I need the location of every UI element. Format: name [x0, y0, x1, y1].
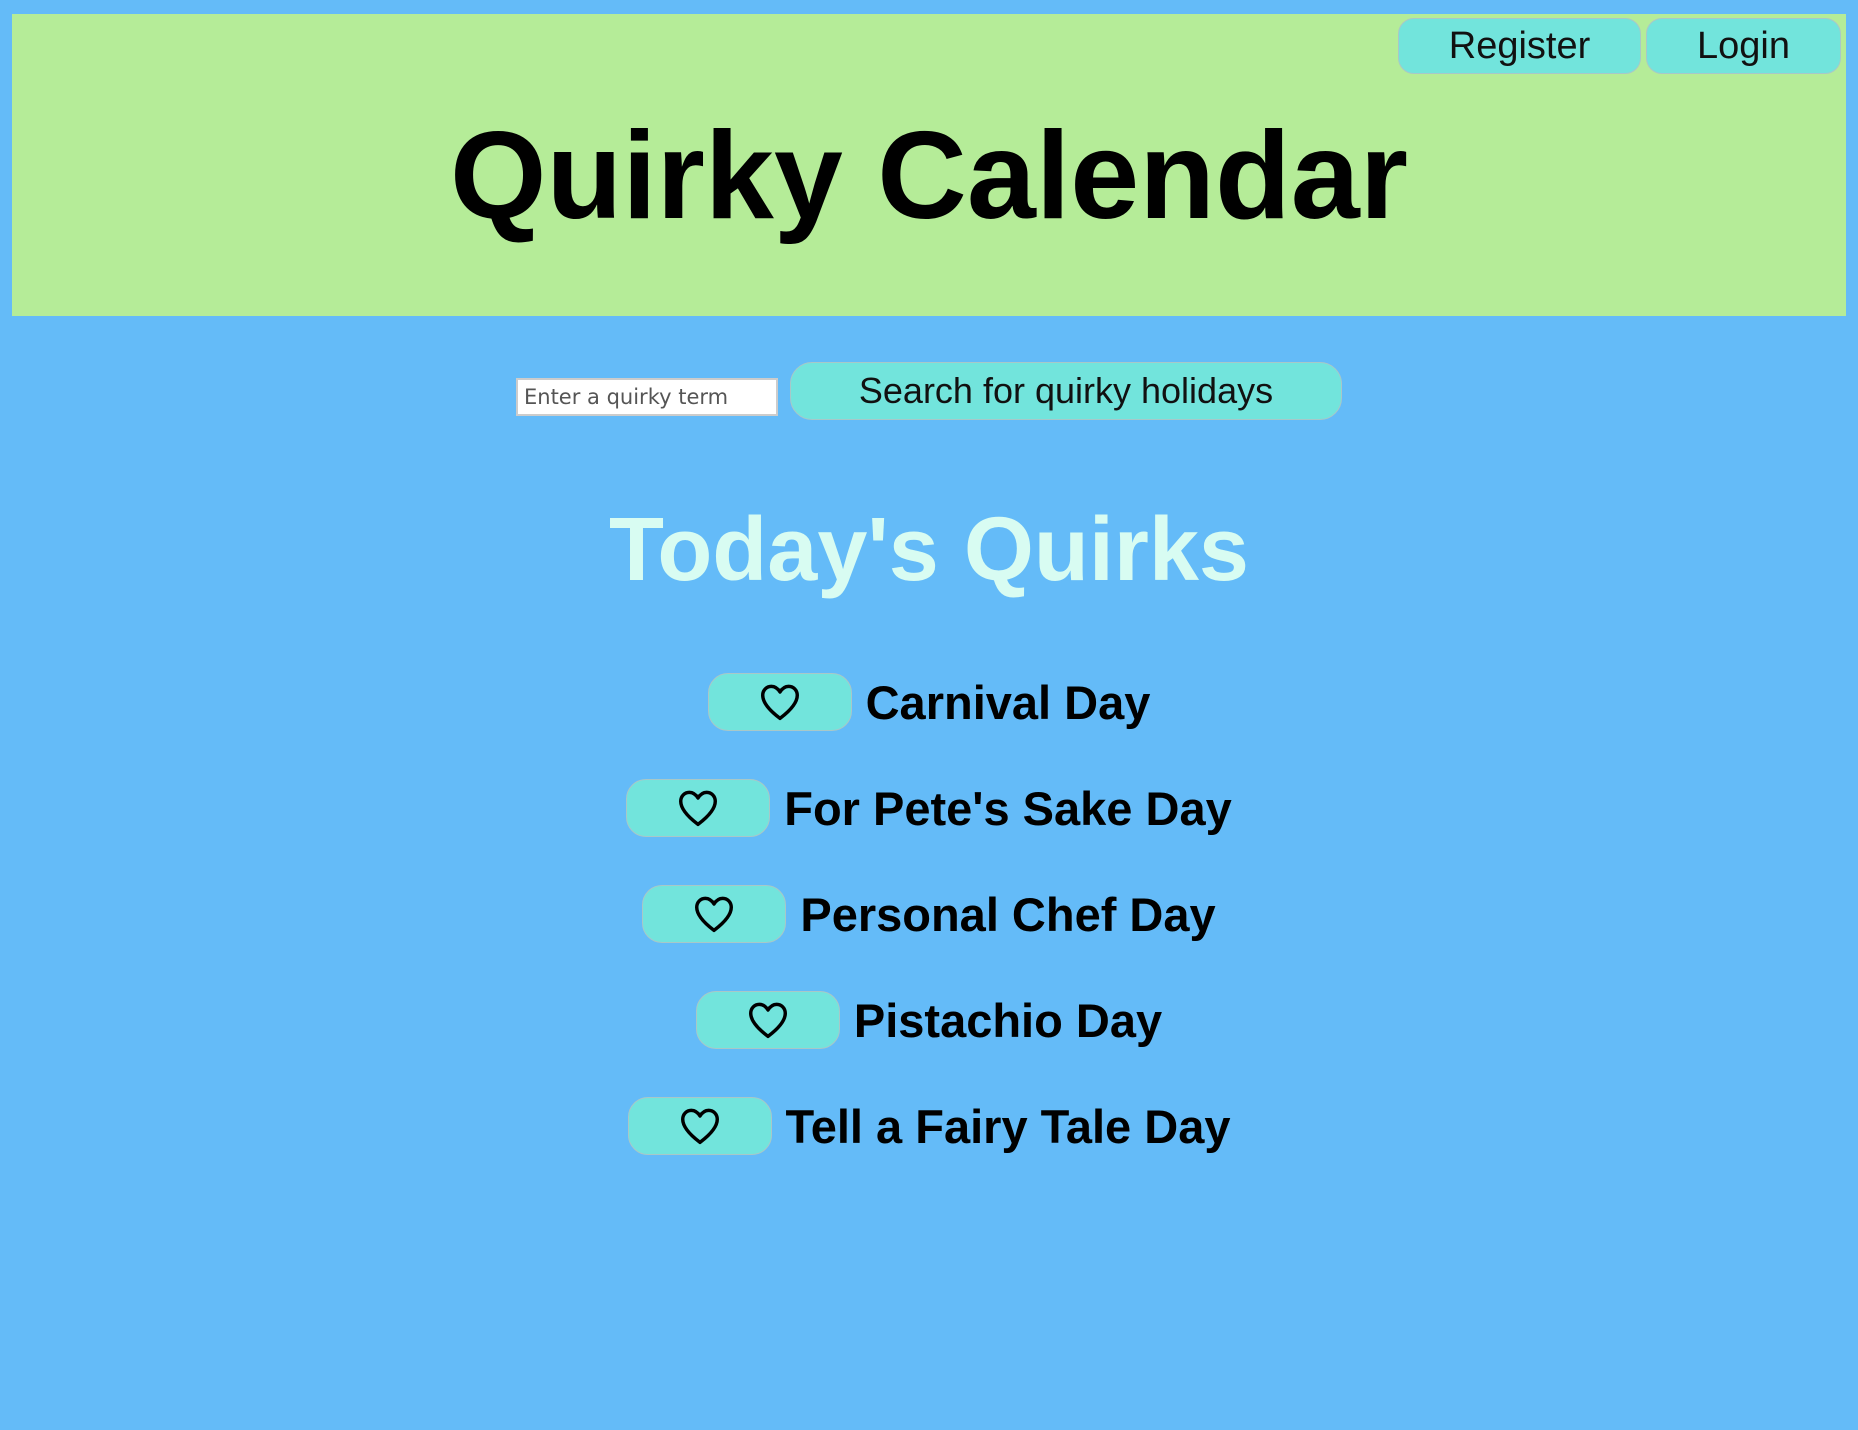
quirk-list-item: Tell a Fairy Tale Day [0, 1096, 1858, 1156]
register-button[interactable]: Register [1398, 18, 1641, 74]
quirk-list-item: For Pete's Sake Day [0, 778, 1858, 838]
quirk-name: Pistachio Day [853, 993, 1163, 1047]
site-title: Quirky Calendar [450, 107, 1408, 245]
quirk-list-item: Carnival Day [0, 672, 1858, 732]
heart-outline-icon [760, 684, 799, 721]
heart-outline-icon [680, 1108, 719, 1145]
quirk-name: Tell a Fairy Tale Day [785, 1099, 1231, 1153]
favorite-button[interactable] [642, 885, 787, 943]
quirk-list-item: Personal Chef Day [0, 884, 1858, 944]
quirk-name: For Pete's Sake Day [784, 781, 1232, 835]
favorite-button[interactable] [695, 991, 840, 1049]
todays-quirks-title: Today's Quirks [609, 500, 1249, 600]
heart-outline-icon [748, 1002, 787, 1039]
quirk-name: Carnival Day [865, 675, 1151, 729]
quirk-list-item: Pistachio Day [0, 990, 1858, 1050]
site-header: Register Login Quirky Calendar [12, 14, 1846, 316]
quirk-name: Personal Chef Day [800, 887, 1216, 941]
heart-outline-icon [679, 790, 718, 827]
search-input[interactable] [516, 378, 778, 416]
heart-outline-icon [695, 896, 734, 933]
favorite-button[interactable] [627, 1097, 772, 1155]
login-button[interactable]: Login [1646, 18, 1841, 74]
quirk-list: Carnival Day For Pete's Sake Day Persona… [0, 672, 1858, 1202]
favorite-button[interactable] [707, 673, 852, 731]
search-button[interactable]: Search for quirky holidays [790, 362, 1342, 420]
favorite-button[interactable] [626, 779, 771, 837]
